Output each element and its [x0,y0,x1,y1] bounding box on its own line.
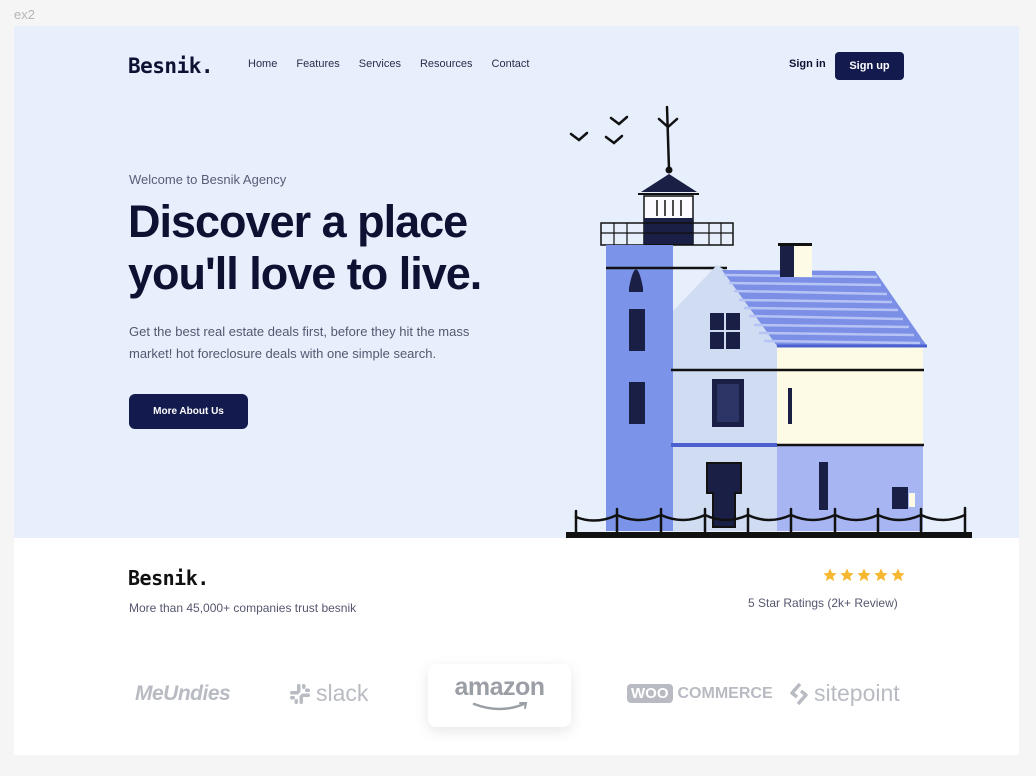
nav-features[interactable]: Features [296,58,339,70]
slack-logo[interactable]: slack [289,680,368,707]
woo-badge: WOO [627,684,673,703]
commerce-wordmark: COMMERCE [677,684,773,702]
star-icon [857,568,871,582]
star-icon [823,568,837,582]
headline-line-2: you'll love to live. [128,248,482,299]
nav-services[interactable]: Services [359,58,401,70]
amazon-smile-icon [472,702,527,711]
slack-icon [290,683,310,704]
star-rating [822,567,906,583]
hero-section: Besnik. Home Features Services Resources… [14,26,1019,538]
star-icon [840,568,854,582]
lighthouse-illustration [566,105,972,538]
ratings-text: 5 Star Ratings (2k+ Review) [748,596,898,610]
woocommerce-logo[interactable]: WOO COMMERCE [627,684,773,703]
hero-subtext: Get the best real estate deals first, be… [129,324,470,361]
amazon-logo-card[interactable]: amazon [428,664,571,727]
star-icon [891,568,905,582]
hero-headline: Discover a place you'll love to live. [128,196,558,300]
nav-contact[interactable]: Contact [492,58,530,70]
signup-button[interactable]: Sign up [835,52,904,80]
sitepoint-icon [790,682,808,705]
brand-logos: MeUndies slack amazon WOO COMMERCE sitep… [14,656,1019,746]
sitepoint-logo[interactable]: sitepoint [789,680,900,707]
frame-label: ex2 [14,7,35,22]
main-nav: Home Features Services Resources Contact [248,58,548,70]
headline-line-1: Discover a place [128,196,468,247]
birds-icon [569,115,629,145]
meundies-logo[interactable]: MeUndies [135,682,231,706]
amazon-wordmark: amazon [454,673,545,701]
nav-home[interactable]: Home [248,58,277,70]
slack-wordmark: slack [316,680,369,706]
sitepoint-wordmark: sitepoint [814,680,900,706]
trust-text: More than 45,000+ companies trust besnik [129,601,357,615]
star-icon [874,568,888,582]
signin-link[interactable]: Sign in [789,58,826,70]
more-about-us-button[interactable]: More About Us [129,394,248,429]
nav-resources[interactable]: Resources [420,58,473,70]
site-logo[interactable]: Besnik. [128,54,214,78]
landing-page: Besnik. Home Features Services Resources… [14,26,1019,755]
welcome-text: Welcome to Besnik Agency [129,172,287,187]
footer-logo[interactable]: Besnik. [128,566,209,590]
